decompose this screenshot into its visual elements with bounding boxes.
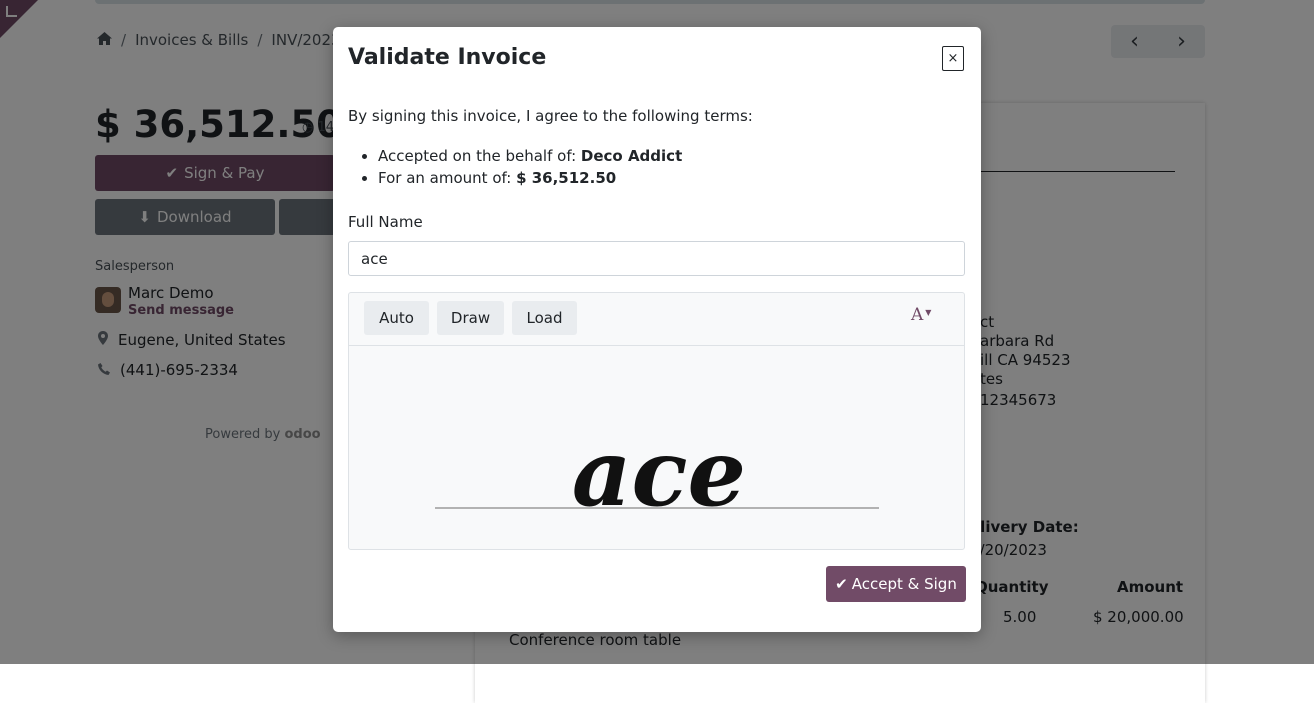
close-button[interactable]: ×	[942, 46, 964, 71]
signature-box: Auto Draw Load A ▼ ace	[348, 292, 965, 550]
accepted-prefix: Accepted on the behalf of:	[378, 147, 577, 165]
caret-down-icon: ▼	[925, 308, 932, 317]
signature-text: ace	[572, 419, 746, 527]
font-icon: A	[911, 305, 924, 325]
signature-toolbar: Auto Draw Load A ▼	[349, 293, 964, 346]
modal-title: Validate Invoice	[348, 45, 547, 70]
list-item: Accepted on the behalf of: Deco Addict	[378, 145, 682, 167]
full-name-label: Full Name	[348, 213, 423, 231]
full-name-input[interactable]	[348, 241, 965, 276]
terms-list: Accepted on the behalf of: Deco Addict F…	[348, 145, 682, 189]
amount-value: $ 36,512.50	[516, 169, 617, 187]
check-icon: ✔	[835, 575, 848, 593]
mode-auto-button[interactable]: Auto	[364, 301, 429, 335]
validate-invoice-dialog: Validate Invoice × By signing this invoi…	[333, 27, 981, 632]
mode-draw-button[interactable]: Draw	[437, 301, 504, 335]
accept-sign-label: Accept & Sign	[851, 575, 957, 593]
accepted-value: Deco Addict	[580, 147, 683, 165]
mode-load-button[interactable]: Load	[512, 301, 577, 335]
font-select-button[interactable]: A ▼	[911, 305, 931, 325]
signature-drawing: ace	[435, 419, 879, 527]
signature-canvas[interactable]: ace	[349, 345, 964, 549]
accept-sign-button[interactable]: ✔ Accept & Sign	[826, 566, 966, 602]
amount-prefix: For an amount of:	[378, 169, 512, 187]
close-icon: ×	[947, 51, 959, 66]
terms-text: By signing this invoice, I agree to the …	[348, 107, 753, 125]
list-item: For an amount of: $ 36,512.50	[378, 167, 682, 189]
